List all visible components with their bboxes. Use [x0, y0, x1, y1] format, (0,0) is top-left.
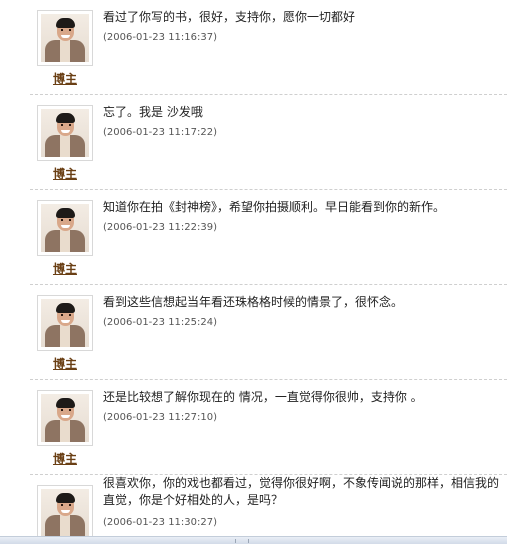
avatar[interactable]	[37, 295, 93, 351]
avatar-photo	[41, 204, 89, 252]
avatar-photo	[41, 14, 89, 62]
comment-timestamp: (2006-01-23 11:17:22)	[103, 127, 218, 138]
resize-grip-icon[interactable]	[235, 539, 249, 543]
comment-item: 博主 还是比较想了解你现在的 情况，一直觉得你很帅，支持你 。 (2006-01…	[0, 380, 507, 475]
avatar[interactable]	[37, 200, 93, 256]
comment-timestamp: (2006-01-23 11:22:39)	[103, 222, 218, 233]
comment-timestamp: (2006-01-23 11:16:37)	[103, 32, 218, 43]
comment-item: 博主 看过了你写的书，很好，支持你，愿你一切都好 (2006-01-23 11:…	[0, 0, 507, 95]
comment-text: 看到这些信想起当年看还珠格格时候的情景了，很怀念。	[103, 295, 404, 309]
avatar-photo	[41, 394, 89, 442]
author-link[interactable]: 博主	[37, 70, 93, 87]
avatar-photo	[41, 109, 89, 157]
avatar-photo	[41, 299, 89, 347]
avatar[interactable]	[37, 390, 93, 446]
comment-timestamp: (2006-01-23 11:25:24)	[103, 317, 218, 328]
avatar-photo	[41, 489, 89, 537]
author-link[interactable]: 博主	[37, 355, 93, 372]
comment-timestamp: (2006-01-23 11:30:27)	[103, 517, 218, 528]
comment-item: 博主 看到这些信想起当年看还珠格格时候的情景了，很怀念。 (2006-01-23…	[0, 285, 507, 380]
comment-item: 博主 知道你在拍《封神榜》，希望你拍摄顺利。早日能看到你的新作。 (2006-0…	[0, 190, 507, 285]
comment-timestamp: (2006-01-23 11:27:10)	[103, 412, 218, 423]
author-link[interactable]: 博主	[37, 260, 93, 277]
comment-text: 知道你在拍《封神榜》，希望你拍摄顺利。早日能看到你的新作。	[103, 200, 446, 214]
author-link[interactable]: 博主	[37, 165, 93, 182]
avatar[interactable]	[37, 105, 93, 161]
author-link[interactable]: 博主	[37, 450, 93, 467]
avatar[interactable]	[37, 485, 93, 541]
comment-text: 很喜欢你，你的戏也都看过，觉得你很好啊，不象传闻说的那样，相信我的直觉，你是个好…	[103, 476, 500, 507]
comment-text: 还是比较想了解你现在的 情况，一直觉得你很帅，支持你 。	[103, 390, 423, 404]
comment-item: 博主 忘了。我是 沙发哦 (2006-01-23 11:17:22)	[0, 95, 507, 190]
comment-list: 博主 看过了你写的书，很好，支持你，愿你一切都好 (2006-01-23 11:…	[0, 0, 507, 555]
window-bottom-bar	[0, 536, 507, 544]
comment-text: 忘了。我是 沙发哦	[103, 105, 203, 119]
comment-text: 看过了你写的书，很好，支持你，愿你一切都好	[103, 10, 356, 24]
avatar[interactable]	[37, 10, 93, 66]
